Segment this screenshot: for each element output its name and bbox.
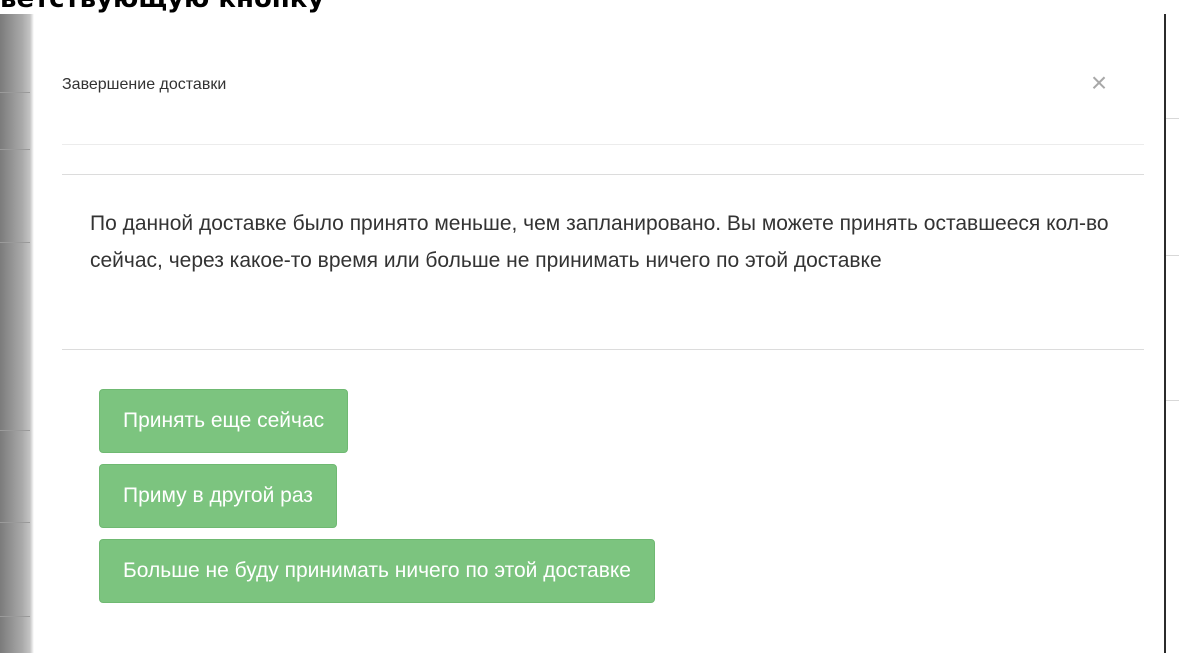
- backdrop-divider: [0, 616, 30, 617]
- backdrop-divider: [1166, 255, 1179, 256]
- backdrop-divider: [0, 430, 30, 431]
- stop-accepting-button[interactable]: Больше не буду принимать ничего по этой …: [99, 539, 655, 603]
- backdrop-divider: [1166, 118, 1179, 119]
- backdrop-right-edge: [1164, 14, 1166, 653]
- modal-title: Завершение доставки: [62, 76, 227, 93]
- screen: ветствующую кнопку Завершение доставки ×…: [0, 0, 1179, 653]
- modal-divider: [62, 174, 1144, 175]
- close-icon[interactable]: ×: [1086, 69, 1112, 97]
- modal-message: По данной доставке было принято меньше, …: [90, 212, 1109, 272]
- modal-divider: [62, 349, 1144, 350]
- accept-now-button[interactable]: Принять еще сейчас: [99, 389, 349, 453]
- backdrop-left-edge: [0, 14, 34, 653]
- backdrop-divider: [0, 149, 30, 150]
- delivery-completion-modal: Завершение доставки × По данной доставке…: [34, 14, 1164, 653]
- background-instruction-text: ветствующую кнопку: [0, 0, 324, 14]
- backdrop-divider: [0, 522, 30, 523]
- accept-later-button[interactable]: Приму в другой раз: [99, 464, 337, 528]
- backdrop-divider: [0, 92, 30, 93]
- backdrop-divider: [0, 242, 30, 243]
- backdrop-divider: [1166, 400, 1179, 401]
